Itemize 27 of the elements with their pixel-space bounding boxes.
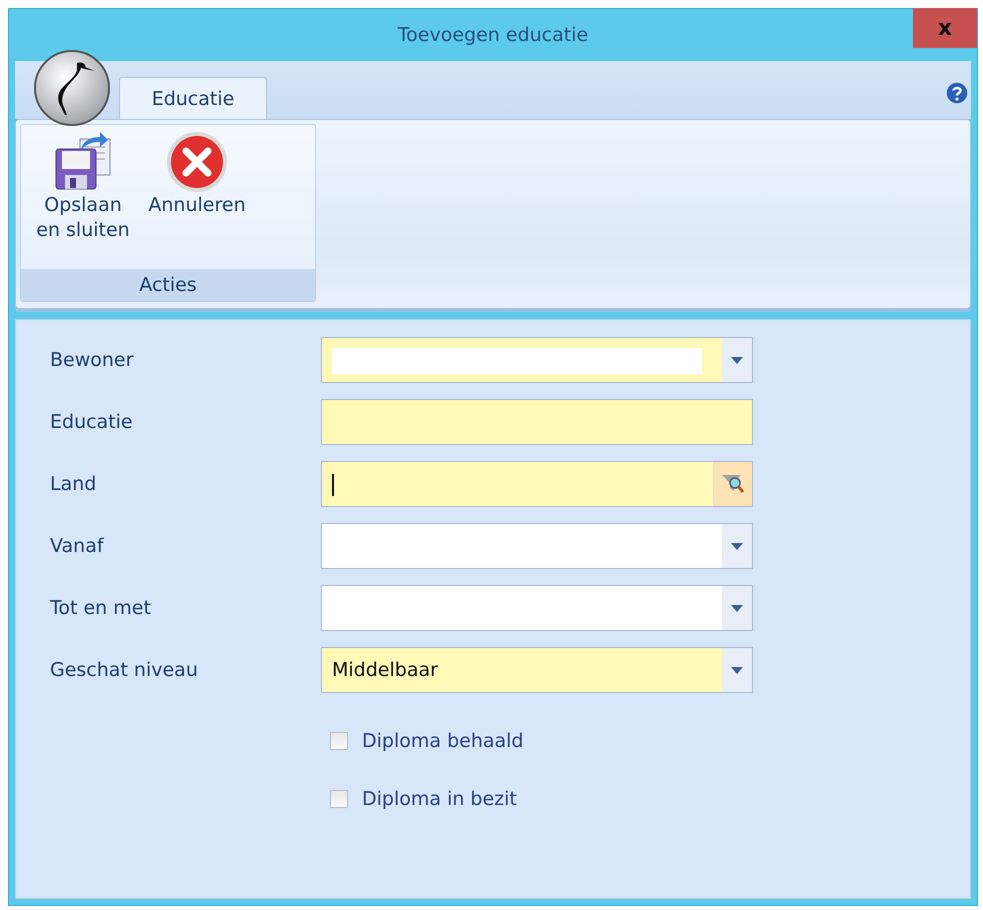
checkbox[interactable] [330, 790, 348, 808]
text-cursor [332, 474, 334, 496]
save-close-button[interactable]: Opslaan en sluiten [29, 131, 137, 261]
close-button[interactable]: x [913, 8, 977, 48]
cancel-icon [164, 131, 230, 193]
cancel-button[interactable]: Annuleren [143, 131, 251, 261]
field-label: Land [50, 473, 98, 495]
checkbox[interactable] [330, 732, 348, 750]
ribbon-tab[interactable]: Educatie [119, 77, 267, 119]
checkbox-label: Diploma in bezit [362, 788, 517, 810]
field-label: Bewoner [50, 349, 134, 371]
filter-search-icon[interactable] [713, 462, 752, 506]
input-field[interactable] [321, 399, 753, 445]
dropdown-field[interactable] [321, 585, 753, 631]
field-label: Educatie [50, 411, 134, 433]
field-label: Geschat niveau [50, 659, 199, 681]
dropdown-field[interactable] [321, 523, 753, 569]
help-icon[interactable] [945, 81, 969, 105]
input-field[interactable] [321, 461, 753, 507]
checkbox-label: Diploma behaald [362, 730, 524, 752]
field-label: Vanaf [50, 535, 105, 557]
bird-logo-icon[interactable] [33, 49, 111, 127]
dropdown-field[interactable] [321, 337, 753, 383]
window-title: Toevoegen educatie [398, 24, 588, 46]
dropdown-field[interactable]: Middelbaar [321, 647, 753, 693]
group-label: Acties [21, 269, 315, 301]
field-label: Tot en met [50, 597, 152, 619]
